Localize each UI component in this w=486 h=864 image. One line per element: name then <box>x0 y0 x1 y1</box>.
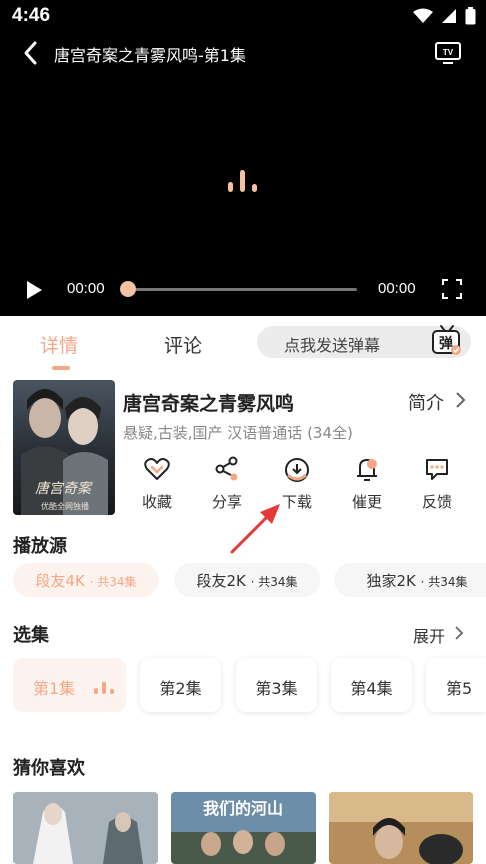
episode-label-1: 第1集 <box>33 679 76 698</box>
recommend-card-2[interactable]: 我们的河山 <box>171 792 316 864</box>
share-icon <box>215 456 238 481</box>
episode-label-4: 第4集 <box>350 679 393 698</box>
tab-detail[interactable]: 详情 <box>40 331 78 358</box>
feedback-button[interactable]: 反馈 <box>407 455 467 515</box>
chevron-right-icon[interactable] <box>454 391 466 409</box>
show-poster[interactable]: 唐宫奇案 优酷全网独播 <box>13 380 115 515</box>
show-title: 唐宫奇案之青雾风鸣 <box>123 393 295 415</box>
tab-comment[interactable]: 评论 <box>164 331 202 358</box>
danmu-input[interactable]: 点我发送弹幕 弹 <box>257 324 471 358</box>
episodes-title: 选集 <box>13 625 49 646</box>
current-time: 00:00 <box>67 280 105 297</box>
wifi-icon <box>413 8 433 23</box>
tv-cast-icon[interactable]: TV <box>434 40 462 66</box>
download-icon <box>285 458 309 482</box>
heart-icon <box>144 458 170 480</box>
video-title: 唐宫奇案之青雾风鸣-第1集 <box>54 46 246 65</box>
source-chip-1[interactable]: 段友4K · 共34集 <box>13 563 159 597</box>
source-chip-2[interactable]: 段友2K · 共34集 <box>174 563 320 597</box>
loading-icon <box>228 170 257 192</box>
total-time: 00:00 <box>378 280 416 297</box>
fullscreen-icon[interactable] <box>441 278 463 300</box>
episode-label-5: 第5 <box>446 679 473 698</box>
favorite-button[interactable]: 收藏 <box>127 455 187 515</box>
episode-item-4[interactable]: 第4集 <box>331 658 412 712</box>
feedback-label: 反馈 <box>421 493 452 511</box>
status-icons <box>413 7 476 25</box>
episode-item-3[interactable]: 第3集 <box>236 658 317 712</box>
status-bar: 4:46 <box>0 0 486 34</box>
detail-tabs: 详情 评论 点我发送弹幕 弹 <box>0 316 486 372</box>
player-titlebar: 唐宫奇案之青雾风鸣-第1集 TV <box>0 36 486 70</box>
video-player[interactable]: 4:46 唐宫奇案之青雾风鸣-第1集 TV 00:00 00:00 <box>0 0 486 316</box>
recommend-card-1[interactable] <box>13 792 158 864</box>
player-controls: 00:00 00:00 <box>0 270 486 310</box>
favorite-label: 收藏 <box>141 493 172 511</box>
feedback-icon <box>426 459 448 480</box>
recommend-card-3[interactable] <box>329 792 473 864</box>
progress-track[interactable] <box>127 288 357 291</box>
source-name-3: 独家2K <box>366 572 416 590</box>
source-name-1: 段友4K <box>35 572 85 590</box>
tab-indicator <box>52 366 70 370</box>
episode-item-1[interactable]: 第1集 <box>13 658 126 712</box>
episode-label-2: 第2集 <box>159 679 202 698</box>
action-bar: 收藏 分享 下载 催更 反馈 <box>120 455 486 515</box>
show-meta: 悬疑,古装,国产 汉语普通话 (34全) <box>123 424 353 442</box>
source-count-1: · 共34集 <box>89 575 137 589</box>
bell-icon <box>357 458 377 481</box>
danmu-icon[interactable]: 弹 <box>431 324 463 356</box>
poster-title: 唐宫奇案 <box>35 481 93 497</box>
danmu-placeholder: 点我发送弹幕 <box>284 336 381 355</box>
episode-item-2[interactable]: 第2集 <box>140 658 221 712</box>
episode-item-5[interactable]: 第5 <box>426 658 486 712</box>
source-chip-3[interactable]: 独家2K · 共34集 <box>334 563 486 597</box>
source-count-3: · 共34集 <box>420 575 468 589</box>
status-time: 4:46 <box>12 5 51 26</box>
remind-update-label: 催更 <box>351 493 382 511</box>
source-name-2: 段友2K <box>196 572 246 590</box>
signal-icon <box>442 9 456 23</box>
annotation-arrow-icon <box>230 504 280 554</box>
svg-text:TV: TV <box>443 48 454 57</box>
remind-update-button[interactable]: 催更 <box>337 455 397 515</box>
recommend-title: 猜你喜欢 <box>13 758 85 779</box>
expand-link[interactable]: 展开 <box>413 623 445 647</box>
playing-bars-icon <box>94 682 114 694</box>
chevron-right-icon[interactable] <box>454 625 464 641</box>
play-icon[interactable] <box>24 279 44 301</box>
intro-link[interactable]: 简介 <box>408 389 444 415</box>
progress-knob[interactable] <box>120 281 136 297</box>
danmu-icon-text: 弹 <box>439 335 453 352</box>
battery-icon <box>465 7 476 25</box>
recommend-card-2-title: 我们的河山 <box>203 799 283 818</box>
sources-title: 播放源 <box>13 536 67 557</box>
episode-label-3: 第3集 <box>255 679 298 698</box>
source-count-2: · 共34集 <box>250 575 298 589</box>
poster-subtitle: 优酷全网独播 <box>41 501 89 511</box>
back-arrow-icon[interactable] <box>20 40 42 66</box>
